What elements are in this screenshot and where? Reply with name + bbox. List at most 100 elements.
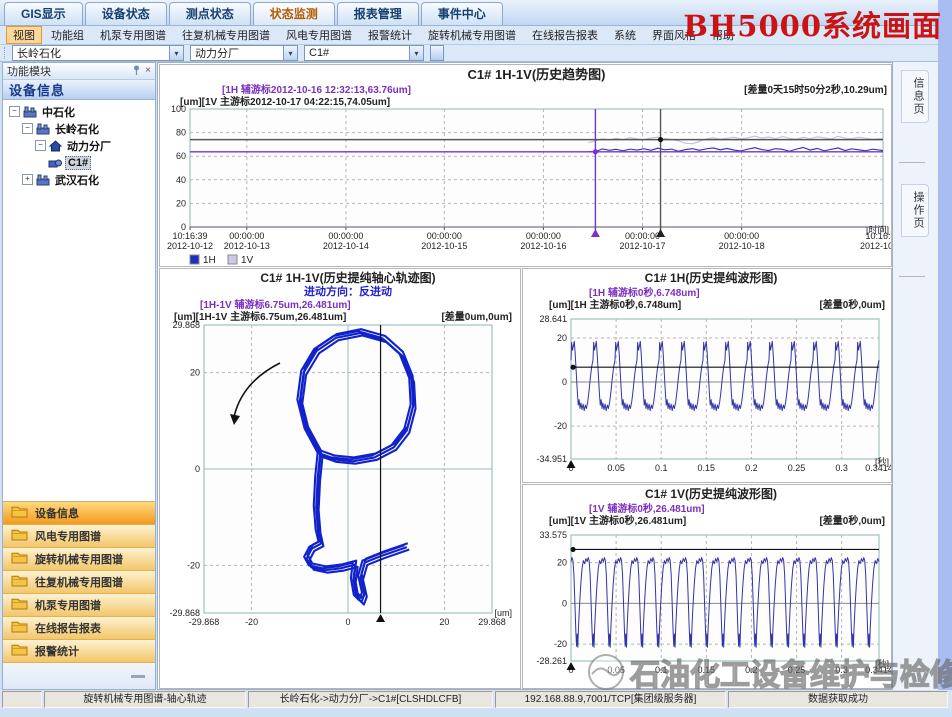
combo-0[interactable]: 长岭石化▾ bbox=[12, 45, 184, 61]
tab-1[interactable]: 设备状态 bbox=[85, 2, 167, 25]
svg-text:[um][1H 主游标0秒,6.748um]: [um][1H 主游标0秒,6.748um] bbox=[549, 298, 681, 311]
trend-chart-panel[interactable]: C1# 1H-1V(历史趋势图) [1H 辅游标2012-10-16 12:32:… bbox=[159, 64, 892, 267]
sidebar-button-label: 设备信息 bbox=[35, 505, 79, 521]
svg-text:0.25: 0.25 bbox=[788, 665, 806, 675]
tree-node-2[interactable]: −动力分厂 bbox=[3, 137, 155, 154]
home-icon bbox=[49, 140, 62, 152]
sidebar-button-label: 风电专用图谱 bbox=[35, 528, 101, 544]
folder-icon bbox=[11, 551, 28, 567]
tab-3[interactable]: 状态监测 bbox=[253, 2, 335, 25]
waveform-1v-panel[interactable]: C1# 1V(历史提纯波形图)[1V 辅游标0秒,26.481um][um][1… bbox=[522, 484, 892, 689]
svg-text:0.05: 0.05 bbox=[607, 665, 625, 675]
combo-value-2: C1# bbox=[305, 47, 409, 59]
tree-node-label: C1# bbox=[65, 156, 91, 170]
svg-text:0.05: 0.05 bbox=[607, 463, 625, 473]
tab-2[interactable]: 测点状态 bbox=[169, 2, 251, 25]
svg-text:[1H 辅游标2012-10-16 12:32:13,63.: [1H 辅游标2012-10-16 12:32:13,63.76um] bbox=[222, 83, 411, 96]
menu-item-3[interactable]: 往复机械专用图谱 bbox=[175, 26, 277, 44]
sidebar-button-0[interactable]: 设备信息 bbox=[3, 502, 155, 525]
window-edge bbox=[938, 0, 952, 717]
menu-item-5[interactable]: 报警统计 bbox=[361, 26, 419, 44]
tree-node-label: 长岭石化 bbox=[53, 121, 101, 137]
vertical-tab-0[interactable]: 信息页 bbox=[901, 70, 929, 123]
svg-text:[差量0天15时50分2秒,10.29um]: [差量0天15时50分2秒,10.29um] bbox=[744, 83, 887, 96]
sidebar-button-label: 旋转机械专用图谱 bbox=[35, 551, 123, 567]
collapse-icon[interactable]: − bbox=[22, 123, 33, 134]
svg-text:2012-10-15: 2012-10-15 bbox=[421, 241, 467, 251]
collapse-icon[interactable]: − bbox=[35, 140, 46, 151]
status-cell-3: 数据获取成功 bbox=[728, 691, 948, 708]
vtab-divider bbox=[899, 162, 925, 163]
svg-text:0.25: 0.25 bbox=[788, 463, 806, 473]
svg-text:-20: -20 bbox=[245, 617, 258, 627]
svg-text:20: 20 bbox=[557, 333, 567, 343]
svg-text:[差量0秒,0um]: [差量0秒,0um] bbox=[819, 514, 885, 527]
svg-text:29.868: 29.868 bbox=[172, 320, 200, 330]
svg-text:2012-10-19: 2012-10-19 bbox=[860, 241, 891, 251]
svg-text:80: 80 bbox=[176, 128, 186, 138]
tree-node-1[interactable]: − 长岭石化 bbox=[3, 120, 155, 137]
sidebar-button-6[interactable]: 报警统计 bbox=[3, 640, 155, 663]
pin-icon[interactable] bbox=[132, 65, 141, 78]
svg-text:28.641: 28.641 bbox=[539, 314, 567, 324]
svg-text:C1# 1V(历史提纯波形图): C1# 1V(历史提纯波形图) bbox=[645, 486, 777, 501]
status-cell-2: 192.168.88.9,7001/TCP[集团级服务器] bbox=[495, 691, 726, 708]
menu-item-8[interactable]: 系统 bbox=[607, 26, 643, 44]
sidebar-button-label: 在线报告报表 bbox=[35, 620, 101, 636]
menu-item-2[interactable]: 机泵专用图谱 bbox=[93, 26, 173, 44]
svg-text:20: 20 bbox=[190, 368, 200, 378]
svg-text:33.575: 33.575 bbox=[539, 530, 567, 540]
combo-2[interactable]: C1#▾ bbox=[304, 45, 424, 61]
svg-text:进动方向：反进动: 进动方向：反进动 bbox=[304, 284, 392, 298]
menu-item-7[interactable]: 在线报告报表 bbox=[525, 26, 605, 44]
sidebar-button-5[interactable]: 在线报告报表 bbox=[3, 617, 155, 640]
svg-text:00:00:00: 00:00:00 bbox=[724, 231, 759, 241]
tree-node-0[interactable]: −中石化 bbox=[3, 103, 155, 120]
svg-text:0.15: 0.15 bbox=[698, 463, 716, 473]
expand-icon[interactable]: + bbox=[22, 174, 33, 185]
svg-text:1V: 1V bbox=[241, 255, 254, 266]
menu-item-4[interactable]: 风电专用图谱 bbox=[279, 26, 359, 44]
svg-text:00:00:00: 00:00:00 bbox=[526, 231, 561, 241]
chevron-down-icon[interactable]: ▾ bbox=[283, 46, 297, 60]
menu-item-6[interactable]: 旋转机械专用图谱 bbox=[421, 26, 523, 44]
chevron-down-icon[interactable]: ▾ bbox=[169, 46, 183, 60]
app-title: BH5000系统画面 bbox=[683, 3, 942, 45]
tab-0[interactable]: GIS显示 bbox=[4, 2, 83, 25]
svg-text:[差量0um,0um]: [差量0um,0um] bbox=[441, 310, 512, 323]
tab-4[interactable]: 报表管理 bbox=[337, 2, 419, 25]
svg-text:00:00:00: 00:00:00 bbox=[625, 231, 660, 241]
sidebar-button-1[interactable]: 风电专用图谱 bbox=[3, 525, 155, 548]
svg-text:00:00:00: 00:00:00 bbox=[427, 231, 462, 241]
waveform-1h-panel[interactable]: C1# 1H(历史提纯波形图)[1H 辅游标0秒,6.748um][um][1H… bbox=[522, 268, 892, 483]
svg-text:[um][1V 主游标2012-10-17 04:22:15: [um][1V 主游标2012-10-17 04:22:15,74.05um] bbox=[180, 95, 390, 108]
sidebar-button-2[interactable]: 旋转机械专用图谱 bbox=[3, 548, 155, 571]
combo-value-1: 动力分厂 bbox=[191, 45, 283, 61]
svg-text:-34.951: -34.951 bbox=[536, 454, 567, 464]
sidebar-button-label: 报警统计 bbox=[35, 643, 79, 659]
collapse-icon[interactable]: − bbox=[9, 106, 20, 117]
svg-text:[秒]: [秒] bbox=[875, 456, 889, 467]
collapse-handle[interactable] bbox=[131, 675, 145, 678]
factory-icon bbox=[36, 174, 50, 186]
vertical-tab-1[interactable]: 操作页 bbox=[901, 184, 929, 237]
orbit-chart-panel[interactable]: C1# 1H-1V(历史提纯轴心轨迹图)进动方向：反进动[1H-1V 辅游标6.… bbox=[159, 268, 521, 689]
toolbar-button[interactable] bbox=[430, 45, 444, 61]
tab-5[interactable]: 事件中心 bbox=[421, 2, 503, 25]
close-icon[interactable]: × bbox=[145, 65, 151, 78]
tree-node-4[interactable]: +武汉石化 bbox=[3, 171, 155, 188]
svg-text:20: 20 bbox=[439, 617, 449, 627]
window-edge-bottom bbox=[0, 709, 952, 717]
chevron-down-icon[interactable]: ▾ bbox=[409, 46, 423, 60]
folder-icon bbox=[11, 597, 28, 613]
svg-text:C1# 1H-1V(历史趋势图): C1# 1H-1V(历史趋势图) bbox=[468, 67, 606, 82]
menu-item-1[interactable]: 功能组 bbox=[44, 26, 91, 44]
svg-text:-28.261: -28.261 bbox=[536, 656, 567, 666]
sidebar-button-4[interactable]: 机泵专用图谱 bbox=[3, 594, 155, 617]
sidebar-button-3[interactable]: 往复机械专用图谱 bbox=[3, 571, 155, 594]
tree-node-3[interactable]: C1# bbox=[3, 154, 155, 171]
right-tab-strip: 信息页操作页 bbox=[893, 62, 938, 690]
menu-item-0[interactable]: 视图 bbox=[6, 26, 42, 44]
combo-1[interactable]: 动力分厂▾ bbox=[190, 45, 298, 61]
svg-text:10:16:39: 10:16:39 bbox=[172, 231, 207, 241]
